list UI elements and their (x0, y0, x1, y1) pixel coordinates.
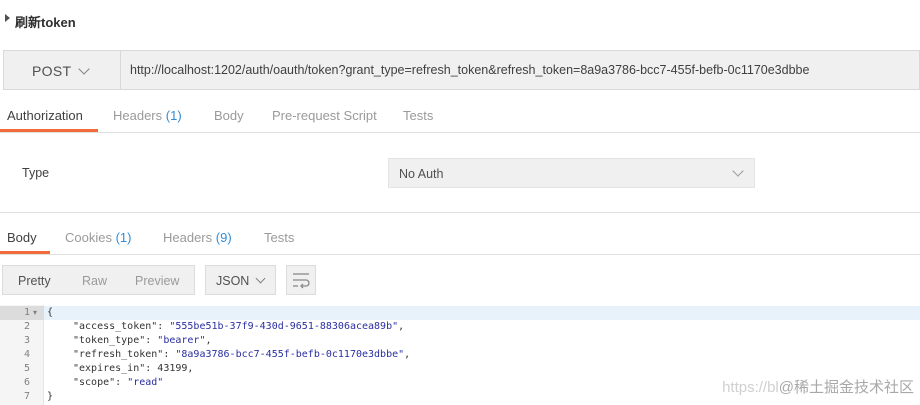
tab-label: Cookies (65, 230, 112, 245)
watermark-url: https://bl (722, 379, 779, 396)
json-value: "555be51b-37f9-430d-9651-88306acea89b" (169, 321, 399, 332)
tab-response-tests[interactable]: Tests (264, 230, 294, 245)
language-label: JSON (216, 274, 250, 288)
tab-label: Body (7, 230, 37, 245)
pretty-button[interactable]: Pretty (18, 274, 51, 288)
tab-count: (1) (115, 230, 132, 245)
tab-tests[interactable]: Tests (403, 108, 433, 123)
tab-label: Body (214, 108, 244, 123)
request-tabs: Authorization Headers (1) Body Pre-reque… (0, 100, 920, 133)
tab-label: Tests (403, 108, 434, 123)
format-toggle-group: Pretty Raw Preview (2, 265, 195, 295)
tab-headers[interactable]: Headers (1) (113, 108, 182, 123)
caret-right-icon[interactable] (5, 14, 10, 22)
section-divider (0, 212, 920, 213)
chevron-down-icon (732, 165, 744, 177)
json-key: "token_type" (73, 335, 146, 346)
code-line: { (47, 307, 53, 318)
tab-authorization[interactable]: Authorization (7, 108, 83, 123)
json-value: "8a9a3786-bcc7-455f-befb-0c1170e3dbbe" (175, 349, 405, 360)
raw-button[interactable]: Raw (82, 274, 107, 288)
language-select[interactable]: JSON (205, 265, 276, 295)
request-bar: POST http://localhost:1202/auth/oauth/to… (3, 50, 920, 90)
auth-type-select[interactable]: No Auth (388, 158, 755, 188)
active-line-highlight (44, 306, 920, 320)
tab-pre-request-script[interactable]: Pre-request Script (272, 108, 377, 123)
tab-count: (9) (215, 230, 232, 245)
line-number: 7 (23, 391, 30, 402)
json-value: 43199 (157, 363, 188, 374)
json-key: "scope" (73, 377, 116, 388)
line-number: 5 (23, 363, 30, 374)
tab-body[interactable]: Body (214, 108, 244, 123)
fold-toggle-icon[interactable]: ▾ (33, 308, 37, 317)
tab-label: Headers (113, 108, 163, 123)
code-line: } (47, 391, 53, 402)
tab-label: Headers (163, 230, 213, 245)
json-key: "expires_in" (73, 363, 146, 374)
json-punct: , (205, 335, 212, 346)
code-line: "token_type": "bearer", (73, 335, 212, 346)
line-number: 2 (23, 321, 30, 332)
tab-cookies[interactable]: Cookies (1) (65, 230, 131, 245)
code-line: "expires_in": 43199, (73, 363, 194, 374)
wrap-lines-button[interactable] (286, 265, 316, 295)
tab-count: (1) (165, 108, 182, 123)
request-name: 刷新token (15, 15, 76, 30)
tab-response-body[interactable]: Body (7, 230, 37, 245)
method-select[interactable]: POST (4, 51, 121, 89)
json-key: "refresh_token" (73, 349, 164, 360)
tab-label: Pre-request Script (272, 108, 377, 123)
json-punct: , (398, 321, 405, 332)
code-brace: } (47, 391, 54, 402)
line-number: 6 (23, 377, 30, 388)
tab-response-headers[interactable]: Headers (9) (163, 230, 232, 245)
tab-label: Tests (264, 230, 295, 245)
line-number: 3 (23, 335, 30, 346)
active-tab-indicator (0, 251, 50, 254)
code-line: "access_token": "555be51b-37f9-430d-9651… (73, 321, 405, 332)
auth-type-label: Type (22, 166, 50, 180)
response-tabs: Body Cookies (1) Headers (9) Tests (0, 222, 920, 255)
code-line: "refresh_token": "8a9a3786-bcc7-455f-bef… (73, 349, 411, 360)
json-value: "read" (127, 377, 164, 388)
json-punct: , (187, 363, 194, 374)
preview-button[interactable]: Preview (135, 274, 179, 288)
auth-type-value: No Auth (399, 167, 444, 181)
watermark-text: @稀土掘金技术社区 (778, 379, 914, 396)
chevron-down-icon (255, 273, 266, 284)
json-punct: , (404, 349, 411, 360)
method-label: POST (32, 63, 72, 79)
active-tab-indicator (0, 129, 98, 132)
json-value: "bearer" (157, 335, 206, 346)
watermark: https://bl@稀土掘金技术社区 (722, 376, 914, 397)
tab-label: Authorization (7, 108, 83, 123)
json-key: "access_token" (73, 321, 158, 332)
code-brace: { (47, 307, 54, 318)
chevron-down-icon (78, 63, 90, 75)
line-number: 1 (23, 307, 30, 318)
wrap-lines-icon (293, 273, 310, 289)
line-number: 4 (23, 349, 30, 360)
request-title-row[interactable]: 刷新token (0, 0, 920, 40)
url-input[interactable]: http://localhost:1202/auth/oauth/token?g… (130, 63, 809, 77)
code-line: "scope": "read" (73, 377, 164, 388)
